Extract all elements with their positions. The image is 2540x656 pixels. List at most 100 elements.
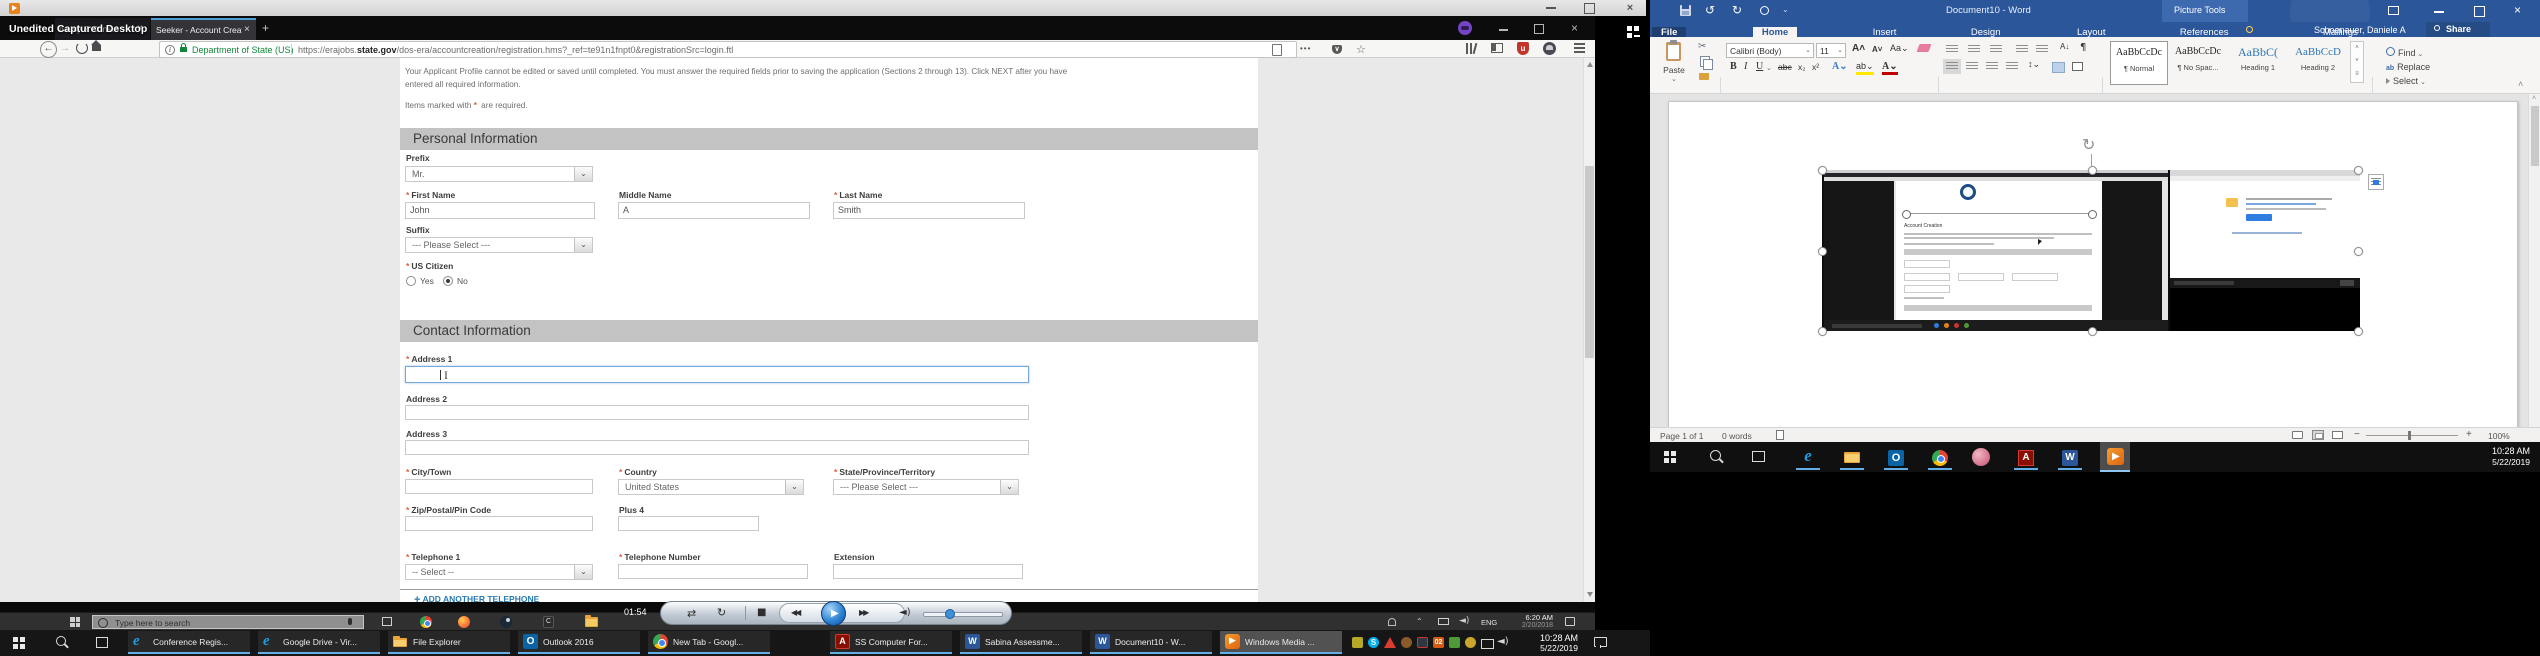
borders-icon[interactable] xyxy=(2072,62,2083,71)
taskbar-clock[interactable]: 10:28 AM 5/22/2019 xyxy=(1516,633,1578,653)
increase-indent-icon[interactable] xyxy=(2036,45,2048,54)
capture-restore-button[interactable] xyxy=(1584,3,1595,14)
plus4-input[interactable] xyxy=(618,516,759,531)
style-no-spacing[interactable]: AaBbCcDc ¶ No Spac... xyxy=(2170,41,2226,83)
styles-scroll-column[interactable]: ˄ ˅ ≡ xyxy=(2350,41,2364,83)
firefox-minimize-button[interactable] xyxy=(1499,29,1508,31)
search-icon[interactable] xyxy=(56,636,66,646)
repeat-icon[interactable]: ↻ xyxy=(717,606,726,620)
new-tab-icon[interactable]: + xyxy=(262,21,269,35)
tray-icon-volume[interactable]: ◄) xyxy=(1497,636,1509,648)
menu-hamburger-icon[interactable] xyxy=(1574,43,1585,53)
us-citizen-no-radio[interactable] xyxy=(443,276,453,286)
justify-icon[interactable] xyxy=(2006,62,2018,71)
doc-scroll-up-icon[interactable]: ˄ xyxy=(2532,94,2536,104)
change-case-icon[interactable]: Aa⌄ xyxy=(1890,43,1909,54)
rewind-icon[interactable]: ◀◀ xyxy=(791,608,799,618)
underline-icon[interactable]: U xyxy=(1756,61,1763,72)
mic-icon[interactable] xyxy=(348,618,352,625)
tray-icon-defender[interactable] xyxy=(1417,637,1428,648)
extension-input[interactable] xyxy=(833,564,1023,579)
style-heading2[interactable]: AaBbCcD Heading 2 xyxy=(2290,41,2346,83)
back-icon[interactable]: ← xyxy=(40,41,57,58)
search-icon[interactable] xyxy=(1710,450,1721,461)
underline-dropdown-icon[interactable]: ⌄ xyxy=(1766,64,1772,72)
start-button[interactable] xyxy=(1664,451,1676,463)
taskbar-button-file-explorer[interactable]: File Explorer xyxy=(388,631,510,654)
zoom-level[interactable]: 100% xyxy=(2488,431,2510,441)
firefox-restore-button[interactable] xyxy=(1534,24,1544,34)
prefix-select[interactable]: Mr. ⌄ xyxy=(405,166,593,182)
taskbar-button-sabina[interactable]: W Sabina Assessme... xyxy=(960,631,1082,654)
sidebar-icon[interactable] xyxy=(1491,43,1503,53)
captured-chrome-icon[interactable] xyxy=(420,616,432,628)
suffix-chevron-icon[interactable]: ⌄ xyxy=(574,238,592,252)
capture-minimize-button[interactable] xyxy=(1546,7,1556,9)
selection-handle-e[interactable] xyxy=(2354,247,2363,256)
bullets-icon[interactable] xyxy=(1946,45,1958,54)
zoom-in-icon[interactable]: + xyxy=(2466,429,2472,440)
undo-icon[interactable]: ↺ xyxy=(1705,3,1715,17)
user-name[interactable]: Schoenauer, Daniele A xyxy=(2314,25,2406,35)
word-minimize-button[interactable] xyxy=(2434,11,2444,13)
align-left-icon[interactable] xyxy=(1946,62,1958,71)
taskbar-button-chrome[interactable]: New Tab - Googl... xyxy=(648,631,770,654)
style-heading1[interactable]: AaBbC( Heading 1 xyxy=(2230,41,2286,83)
scroll-down-icon[interactable] xyxy=(1587,592,1593,597)
firefox-close-button[interactable]: × xyxy=(1571,21,1578,35)
strikethrough-icon[interactable]: abc xyxy=(1778,62,1792,72)
save-icon[interactable] xyxy=(1680,5,1691,16)
bold-icon[interactable]: B xyxy=(1730,61,1737,72)
library-icon[interactable] xyxy=(1466,43,1478,54)
paste-button[interactable]: Paste ⌄ xyxy=(1658,42,1690,86)
taskbar-button-googledrive[interactable]: e Google Drive - Vir... xyxy=(258,631,380,654)
read-mode-icon[interactable] xyxy=(2292,431,2303,439)
selection-handle-n[interactable] xyxy=(2088,166,2097,175)
font-size-combo[interactable]: 11 ⌄ xyxy=(1816,43,1846,58)
font-name-combo[interactable]: Calibri (Body) ⌄ xyxy=(1726,43,1814,58)
browser-tab-2[interactable]: Seeker - Account Creation - Perso... × xyxy=(151,18,256,40)
qat-dropdown-icon[interactable]: ⌄ xyxy=(1782,5,1789,15)
selection-handle-s[interactable] xyxy=(2088,327,2097,336)
share-button[interactable]: Share xyxy=(2426,22,2490,37)
fast-forward-icon[interactable]: ▶▶ xyxy=(859,608,867,618)
numbering-icon[interactable] xyxy=(1968,45,1980,54)
superscript-icon[interactable]: x² xyxy=(1812,62,1819,72)
italic-icon[interactable]: I xyxy=(1744,61,1747,72)
copy-icon[interactable] xyxy=(1700,56,1710,67)
country-select[interactable]: United States ⌄ xyxy=(618,479,804,495)
play-button[interactable]: ▶ xyxy=(821,601,846,626)
zip-input[interactable] xyxy=(405,516,593,531)
captured-tray-volume-icon[interactable]: ◄) xyxy=(1459,616,1469,627)
selection-handle-se[interactable] xyxy=(2354,327,2363,336)
site-identity-label[interactable]: Department of State (US) xyxy=(192,45,294,55)
taskbar-icon-wmp[interactable]: ▶ xyxy=(2100,442,2130,472)
word-restore-button[interactable] xyxy=(2474,6,2485,17)
last-name-input[interactable] xyxy=(833,202,1025,219)
city-input[interactable] xyxy=(405,479,593,494)
shuffle-icon[interactable]: ⇄ xyxy=(687,607,696,620)
url-text[interactable]: https://erajobs.state.gov/dos-era/accoun… xyxy=(298,45,733,55)
selection-handle-ne[interactable] xyxy=(2354,166,2363,175)
tab-2-close-icon[interactable]: × xyxy=(244,23,250,37)
state-select[interactable]: --- Please Select --- ⌄ xyxy=(833,479,1019,495)
bookmark-star-icon[interactable]: ☆ xyxy=(1356,43,1366,56)
font-color-icon[interactable]: A⌄ xyxy=(1882,61,1898,75)
zoom-out-icon[interactable]: − xyxy=(2354,429,2360,440)
right-taskbar-clock[interactable]: 10:28 AM 5/22/2019 xyxy=(2472,446,2530,468)
style-normal[interactable]: AaBbCcDc ¶ Normal xyxy=(2110,41,2168,85)
home-icon[interactable] xyxy=(92,45,101,51)
text-effects-icon[interactable]: A⌄ xyxy=(1832,61,1848,72)
grow-font-icon[interactable]: A˄ xyxy=(1852,43,1865,54)
select-button[interactable]: Select ⌄ xyxy=(2386,71,2426,89)
taskbar-icon-edge[interactable]: e xyxy=(1796,446,1820,470)
captured-tray-clock[interactable]: 6:20 AM 2/20/2018 xyxy=(1505,614,1553,630)
taskbar-button-conference[interactable]: e Conference Regis... xyxy=(128,631,250,654)
web-layout-icon[interactable] xyxy=(2332,431,2343,439)
telephone1-chevron-icon[interactable]: ⌄ xyxy=(574,565,592,579)
tray-icon-green[interactable] xyxy=(1449,637,1460,648)
notification-icon[interactable] xyxy=(1594,637,1607,647)
scroll-up-icon[interactable] xyxy=(1587,62,1593,67)
taskbar-button-outlook[interactable]: O Outlook 2016 xyxy=(518,631,640,654)
clear-formatting-icon[interactable] xyxy=(1917,44,1932,52)
